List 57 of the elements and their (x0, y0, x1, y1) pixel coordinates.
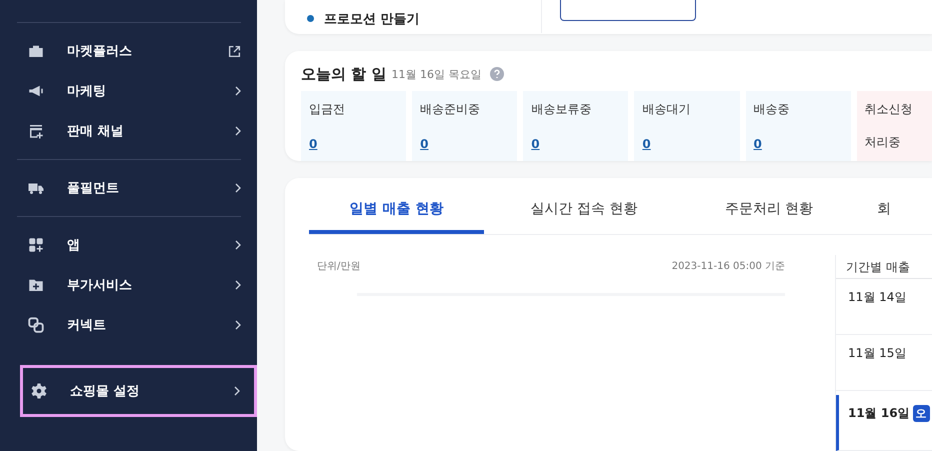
sidebar-item[interactable]: 풀필먼트 (17, 168, 241, 208)
status-tile[interactable]: 취소신청 처리중 (856, 91, 932, 161)
tile-label: 배송대기 (642, 101, 692, 118)
tile-value[interactable]: 0 (642, 137, 732, 151)
chevron-right-icon (235, 183, 241, 193)
tile-label: 취소신청 (864, 101, 914, 118)
store-plus-icon (27, 122, 45, 140)
tile-label: 배송준비중 (420, 101, 482, 118)
chevron-right-icon (235, 126, 241, 136)
date-label: 11월 14일 (848, 289, 906, 306)
sidebar-item[interactable]: 쇼핑몰 설정 (20, 365, 257, 417)
tab[interactable]: 주문처리 현황 (684, 196, 854, 234)
date-row[interactable]: 11월 14일 (836, 279, 932, 335)
chevron-right-icon (235, 240, 241, 250)
today-badge: 오 (912, 405, 930, 422)
link-icon (27, 316, 45, 334)
tile-value[interactable]: 0 (754, 137, 843, 151)
tab[interactable]: 실시간 접속 현황 (484, 196, 684, 234)
tile-value: 처리중 (864, 134, 902, 151)
chevron-right-icon (235, 280, 241, 290)
chevron-right-icon (234, 386, 240, 396)
date-label: 11월 15일 (848, 345, 906, 362)
column-header: 기간별 매출 (836, 255, 932, 279)
outline-button[interactable] (560, 0, 696, 21)
tile-label: 배송중 (754, 101, 790, 118)
timestamp: 2023-11-16 05:00 기준 (672, 260, 785, 273)
apps-icon (27, 236, 45, 254)
tab[interactable]: 일별 매출 현황 (309, 196, 484, 234)
status-tile[interactable]: 입금전 0 (301, 91, 406, 161)
status-tile[interactable]: 배송준비중 0 (412, 91, 518, 161)
todo-date: 11월 16일 목요일 (391, 66, 482, 82)
date-row[interactable]: 11월 16일 오 (836, 395, 932, 451)
chevron-right-icon (235, 86, 241, 96)
status-tile[interactable]: 배송중 0 (746, 91, 851, 161)
date-label: 11월 16일 (848, 405, 910, 422)
tile-label: 입금전 (309, 101, 346, 118)
date-row[interactable]: 11월 15일 (836, 335, 932, 391)
unit-label: 단위/만원 (317, 260, 360, 273)
sidebar-item[interactable]: 앱 (17, 225, 241, 265)
sidebar-item[interactable]: 커넥트 (17, 305, 241, 345)
tile-value[interactable]: 0 (420, 137, 510, 151)
tile-label: 배송보류중 (531, 101, 592, 118)
external-link-icon[interactable] (228, 44, 241, 58)
sidebar-item[interactable]: 마케팅 (17, 71, 241, 111)
settings-icon (30, 382, 48, 400)
status-tile[interactable]: 배송대기 0 (634, 91, 740, 161)
bullet-dot (307, 15, 314, 22)
sidebar-item[interactable]: 부가서비스 (17, 265, 241, 305)
sidebar-item[interactable]: 판매 채널 (17, 111, 241, 151)
chevron-right-icon (235, 320, 241, 330)
tile-value[interactable]: 0 (531, 137, 620, 151)
todo-title: 오늘의 할 일 (301, 64, 386, 84)
sidebar-item[interactable]: 마켓플러스 (17, 31, 241, 71)
tab[interactable]: 회 (854, 196, 914, 234)
promo-link[interactable]: 프로모션 만들기 (324, 10, 420, 28)
status-tile[interactable]: 배송보류중 0 (523, 91, 628, 161)
tile-value[interactable]: 0 (309, 137, 398, 151)
